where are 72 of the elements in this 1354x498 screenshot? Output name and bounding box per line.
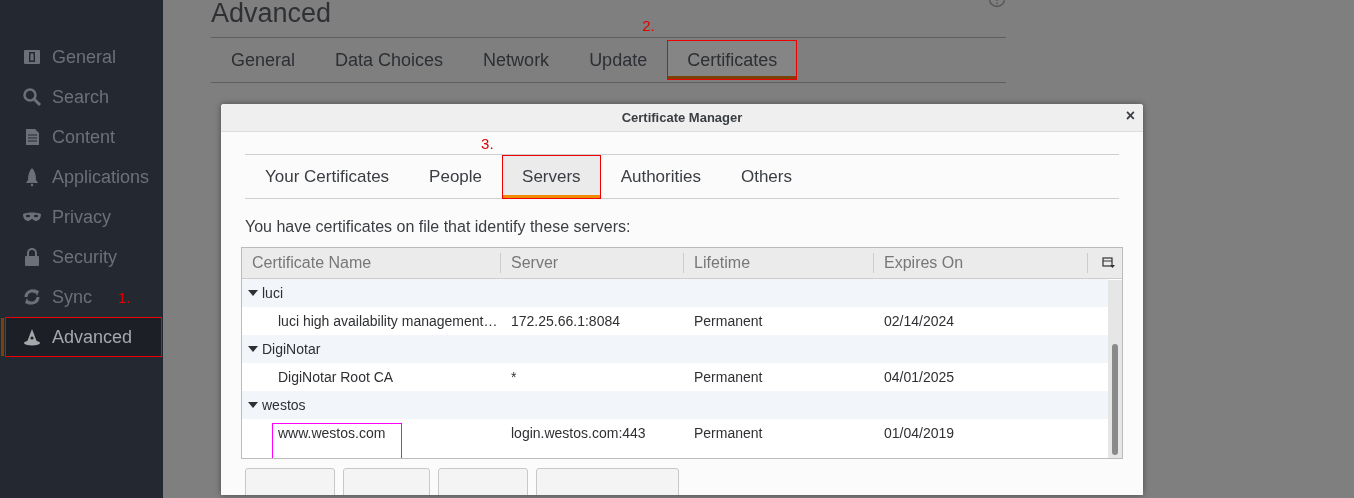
column-header[interactable]: Expires On <box>874 253 1088 273</box>
table-cell-text: www.westos.com <box>277 423 387 443</box>
group-name: westos <box>262 395 306 415</box>
tree-row[interactable]: www.westos.com login.westos.com:443 Permanent 01/04/2019 <box>242 419 1108 447</box>
hat-icon <box>22 327 42 347</box>
sidebar-label: Advanced <box>52 325 133 349</box>
description-text: You have certificates on file that identify these servers: <box>245 217 632 237</box>
tree-row[interactable]: westos <box>242 391 1108 419</box>
expander-icon[interactable] <box>248 401 258 409</box>
table-cell-text: * <box>510 367 518 387</box>
tree-row[interactable]: luci high availability management… 172.25.66.1:8084 Permanent 02/14/2024 <box>242 307 1108 335</box>
tree-row[interactable]: DigiNotar <box>242 335 1108 363</box>
tab[interactable]: General <box>211 40 316 80</box>
table-cell-text: 172.25.66.1:8084 <box>510 311 621 331</box>
sidebar-item[interactable]: Content <box>5 117 121 157</box>
sidebar-item[interactable]: Sync <box>5 277 98 317</box>
sync-icon <box>22 287 42 307</box>
tab[interactable]: Others <box>720 155 812 199</box>
column-picker-icon[interactable] <box>1102 257 1116 269</box>
column-header[interactable]: Certificate Name <box>242 253 501 273</box>
button[interactable] <box>438 468 528 495</box>
page-title: Advanced <box>211 0 332 27</box>
tree-row[interactable]: DigiNotar Root CA * Permanent 04/01/2025 <box>242 363 1108 391</box>
expander-icon[interactable] <box>248 289 258 297</box>
column-header[interactable]: Server <box>501 253 684 273</box>
expander-icon[interactable] <box>248 345 258 353</box>
tab[interactable]: Data Choices <box>315 40 464 80</box>
sidebar-item[interactable]: Privacy <box>5 197 116 237</box>
toggle-icon <box>22 47 42 67</box>
tab[interactable]: Update <box>569 40 668 80</box>
button[interactable] <box>245 468 335 495</box>
sidebar-item[interactable]: Search <box>5 77 115 117</box>
table-cell-text: DigiNotar Root CA <box>277 367 395 387</box>
sidebar-item[interactable]: Security <box>5 237 123 277</box>
tab[interactable]: Network <box>463 40 570 80</box>
sidebar-label: Security <box>52 245 118 269</box>
sidebar-label: Privacy <box>52 205 111 229</box>
tab[interactable]: Certificates <box>667 40 798 80</box>
table-cell-text: 04/01/2025 <box>883 367 956 387</box>
tab[interactable]: Servers <box>502 155 601 199</box>
window-title: Certificate Manager <box>621 108 743 127</box>
close-button[interactable]: × <box>1125 108 1135 124</box>
search-icon <box>22 87 42 107</box>
table-cell-text: Permanent <box>693 311 764 331</box>
sidebar-label: Content <box>52 125 116 149</box>
step-annotation: 3. <box>481 136 494 151</box>
tree-row[interactable]: luci <box>242 279 1108 307</box>
column-header[interactable]: Lifetime <box>684 253 874 273</box>
tab[interactable]: People <box>409 155 503 199</box>
table-cell-text: luci high availability management… <box>277 311 499 331</box>
sidebar-item[interactable]: Applications <box>5 157 155 197</box>
table-cell-text: Permanent <box>693 423 764 443</box>
table-cell-text: login.westos.com:443 <box>510 423 647 443</box>
sidebar-item[interactable]: General <box>5 37 122 77</box>
sidebar-label: Sync <box>52 285 93 309</box>
table-cell-text: 01/04/2019 <box>883 423 956 443</box>
group-name: DigiNotar <box>262 339 321 359</box>
step-annotation: 1. <box>118 290 131 305</box>
sidebar-label: General <box>52 45 117 69</box>
step-annotation: 2. <box>642 18 655 33</box>
sidebar-label: Applications <box>52 165 150 189</box>
sidebar-label: Search <box>52 85 110 109</box>
scrollbar-thumb[interactable] <box>1112 344 1118 455</box>
padlock-icon <box>22 247 42 267</box>
button[interactable] <box>343 468 430 495</box>
table-cell-text: 02/14/2024 <box>883 311 956 331</box>
tab[interactable]: Your Certificates <box>245 155 410 199</box>
tab[interactable]: Authorities <box>600 155 721 199</box>
table-cell-text: Permanent <box>693 367 764 387</box>
scrollbar[interactable] <box>1108 280 1122 458</box>
group-name: luci <box>262 283 283 303</box>
button[interactable] <box>536 468 679 495</box>
